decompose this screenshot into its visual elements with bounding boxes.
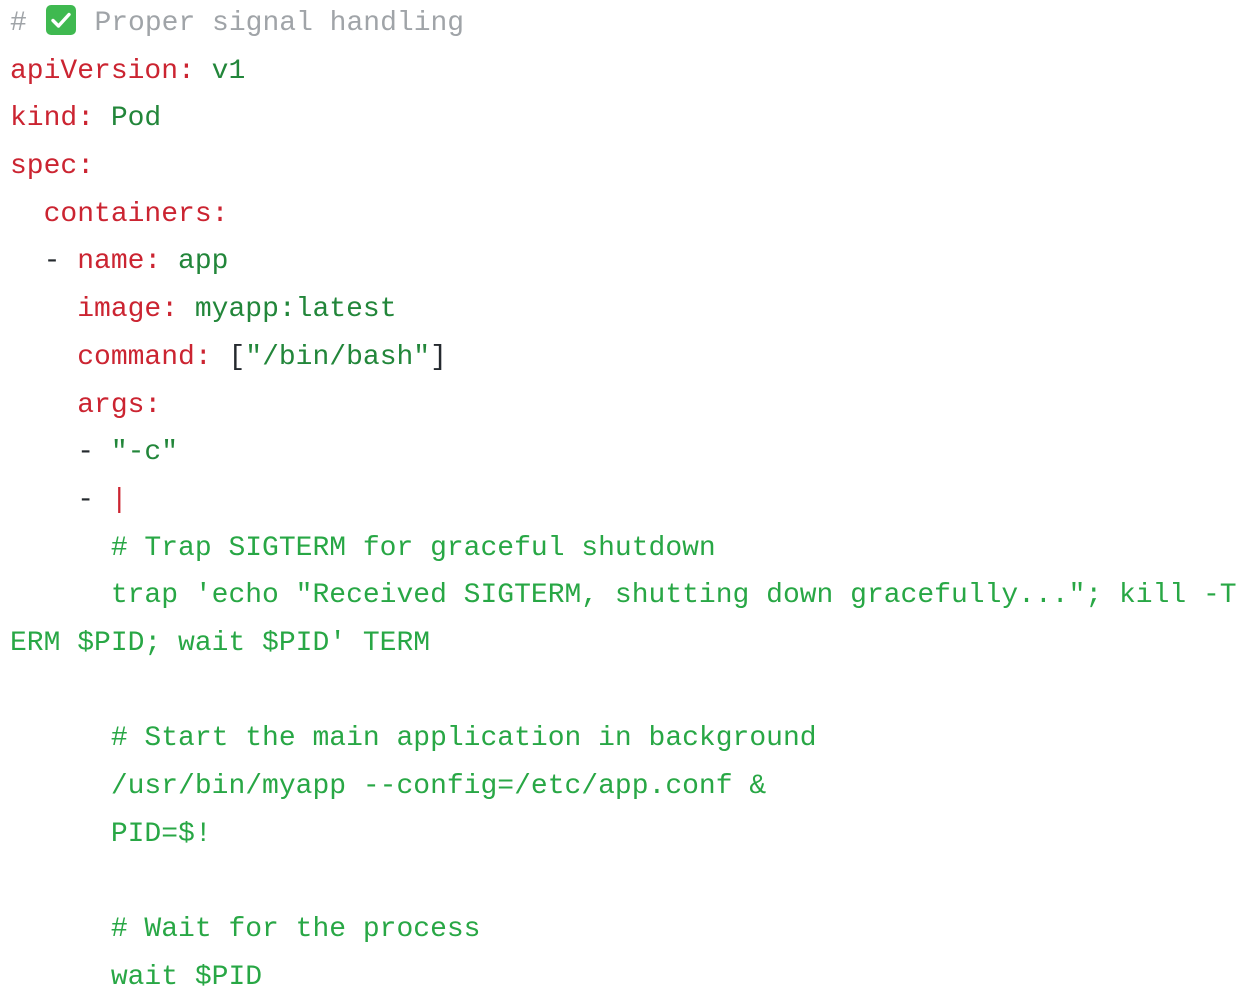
- code-line-apiversion: apiVersion: v1: [10, 48, 1249, 96]
- name-value: app: [178, 246, 229, 278]
- code-line-containers: containers:: [10, 191, 1249, 239]
- command-value: "/bin/bash": [245, 341, 431, 373]
- code-line-arg1: - "-c": [10, 429, 1249, 477]
- script-comment-trap: # Trap SIGTERM for graceful shutdown: [110, 532, 716, 564]
- check-mark-icon: [45, 5, 76, 35]
- code-line-spec: spec:: [10, 143, 1249, 191]
- script-comment-start: # Start the main application in backgrou…: [110, 723, 817, 755]
- arg2-pipe: |: [110, 484, 128, 516]
- command-close-bracket: ]: [430, 341, 447, 373]
- command-open-bracket: [: [228, 341, 246, 373]
- name-dash: -: [43, 246, 78, 278]
- arg1-dash: -: [77, 437, 111, 469]
- image-value: myapp:latest: [194, 294, 397, 326]
- code-line-kind: kind: Pod: [10, 95, 1249, 143]
- code-line-script-trap-a: trap 'echo "Received SIGTERM, shutting d…: [10, 572, 1249, 620]
- code-line-image: image: myapp:latest: [10, 286, 1249, 334]
- arg2-dash: -: [77, 484, 111, 516]
- script-comment-wait: # Wait for the process: [110, 914, 481, 946]
- code-line-script-start: /usr/bin/myapp --config=/etc/app.conf &: [10, 763, 1249, 811]
- apiversion-value: v1: [211, 55, 246, 87]
- containers-key: containers:: [43, 198, 229, 230]
- script-trap-part-b: ERM $PID; wait $PID' TERM: [10, 627, 431, 659]
- script-trap-part-a: trap 'echo "Received SIGTERM, shutting d…: [110, 580, 1237, 612]
- comment-text: Proper signal handling: [94, 8, 465, 39]
- script-wait-command: wait $PID: [110, 961, 263, 993]
- code-line-script-wait: wait $PID: [10, 954, 1249, 1001]
- yaml-code-block: # Proper signal handling apiVersion: v1 ki…: [10, 0, 1249, 1001]
- code-line-blank-2: [10, 858, 1249, 906]
- image-key: image:: [77, 294, 179, 326]
- code-line-blank-1: [10, 668, 1249, 716]
- code-line-command: command: ["/bin/bash"]: [10, 334, 1249, 382]
- apiversion-key: apiVersion:: [10, 55, 195, 87]
- code-line-script-comment-3: # Wait for the process: [10, 906, 1249, 954]
- code-line-script-comment-2: # Start the main application in backgrou…: [10, 715, 1249, 763]
- code-line-name: - name: app: [10, 238, 1249, 286]
- script-pid-assign: PID=$!: [110, 818, 212, 850]
- args-key: args:: [77, 389, 162, 421]
- code-line-script-pid: PID=$!: [10, 811, 1249, 859]
- name-key: name:: [77, 246, 162, 278]
- code-line-script-trap-b: ERM $PID; wait $PID' TERM: [10, 620, 1249, 668]
- spec-key: spec:: [10, 151, 95, 183]
- kind-value: Pod: [110, 103, 162, 135]
- arg1-value: "-c": [110, 437, 179, 469]
- comment-hash: #: [10, 8, 27, 39]
- code-line-comment: # Proper signal handling: [10, 0, 1249, 48]
- command-key: command:: [77, 341, 212, 373]
- code-line-script-comment-1: # Trap SIGTERM for graceful shutdown: [10, 525, 1249, 573]
- kind-key: kind:: [10, 103, 95, 135]
- script-start-command: /usr/bin/myapp --config=/etc/app.conf &: [110, 771, 767, 802]
- code-line-args: args:: [10, 382, 1249, 430]
- code-line-arg2: - |: [10, 477, 1249, 525]
